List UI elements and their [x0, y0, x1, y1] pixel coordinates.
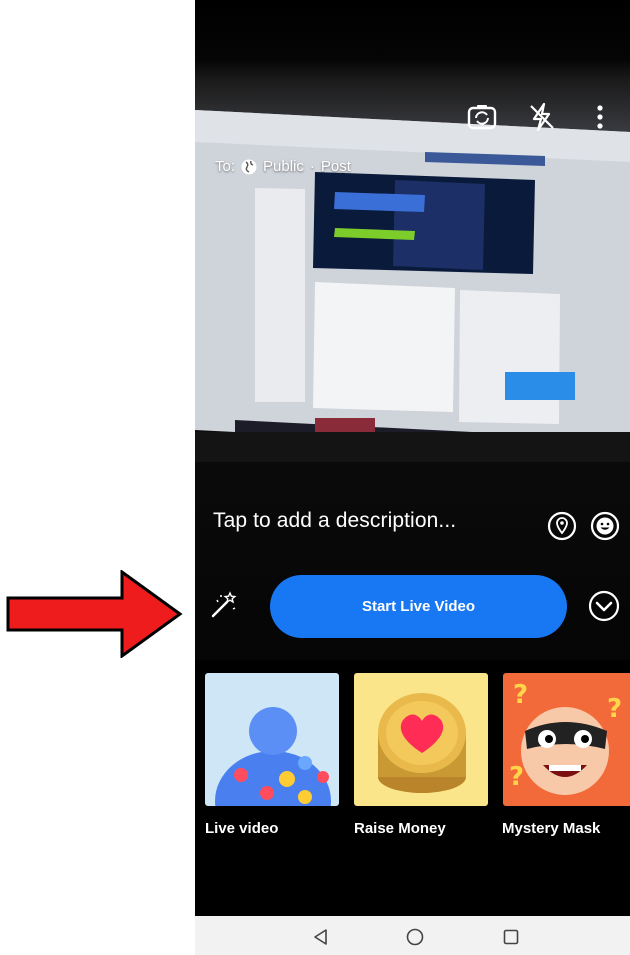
audience-selector[interactable]: To: Public · Post	[215, 158, 351, 175]
android-nav-bar	[195, 916, 630, 955]
phone-screen: To: Public · Post Tap to add a descripti…	[195, 0, 630, 955]
start-live-video-button[interactable]: Start Live Video	[270, 575, 567, 638]
audience-prefix: To:	[215, 158, 236, 175]
chevron-down-circle-icon[interactable]	[588, 590, 620, 622]
flash-off-icon[interactable]	[525, 100, 559, 134]
home-circle-icon[interactable]	[406, 928, 424, 946]
camera-feed-image	[195, 110, 630, 462]
back-triangle-icon[interactable]	[312, 928, 330, 946]
raise-money-tile[interactable]	[354, 673, 488, 806]
camera-preview: To: Public · Post Tap to add a descripti…	[195, 0, 630, 660]
location-icon[interactable]	[547, 511, 577, 541]
mystery-mask-label: Mystery Mask	[502, 820, 601, 837]
audience-value: Public	[263, 158, 304, 175]
recents-square-icon[interactable]	[502, 928, 520, 946]
globe-icon	[241, 159, 257, 174]
live-video-tile[interactable]	[205, 673, 339, 806]
camera-top-controls	[465, 100, 615, 140]
mystery-mask-tile[interactable]: ? ? ?	[503, 673, 630, 806]
svg-text:?: ?	[607, 694, 622, 724]
more-options-icon[interactable]	[583, 100, 617, 134]
magic-wand-icon[interactable]	[209, 590, 239, 620]
audience-separator: ·	[309, 158, 315, 175]
annotation-arrow	[6, 570, 183, 658]
svg-text:?: ?	[509, 762, 524, 792]
svg-text:?: ?	[513, 680, 528, 710]
post-label: Post	[320, 158, 351, 175]
emoji-icon[interactable]	[590, 511, 620, 541]
camera-flip-icon[interactable]	[465, 100, 499, 134]
description-input[interactable]: Tap to add a description...	[213, 509, 456, 533]
live-video-label: Live video	[205, 820, 279, 837]
raise-money-label: Raise Money	[354, 820, 446, 837]
